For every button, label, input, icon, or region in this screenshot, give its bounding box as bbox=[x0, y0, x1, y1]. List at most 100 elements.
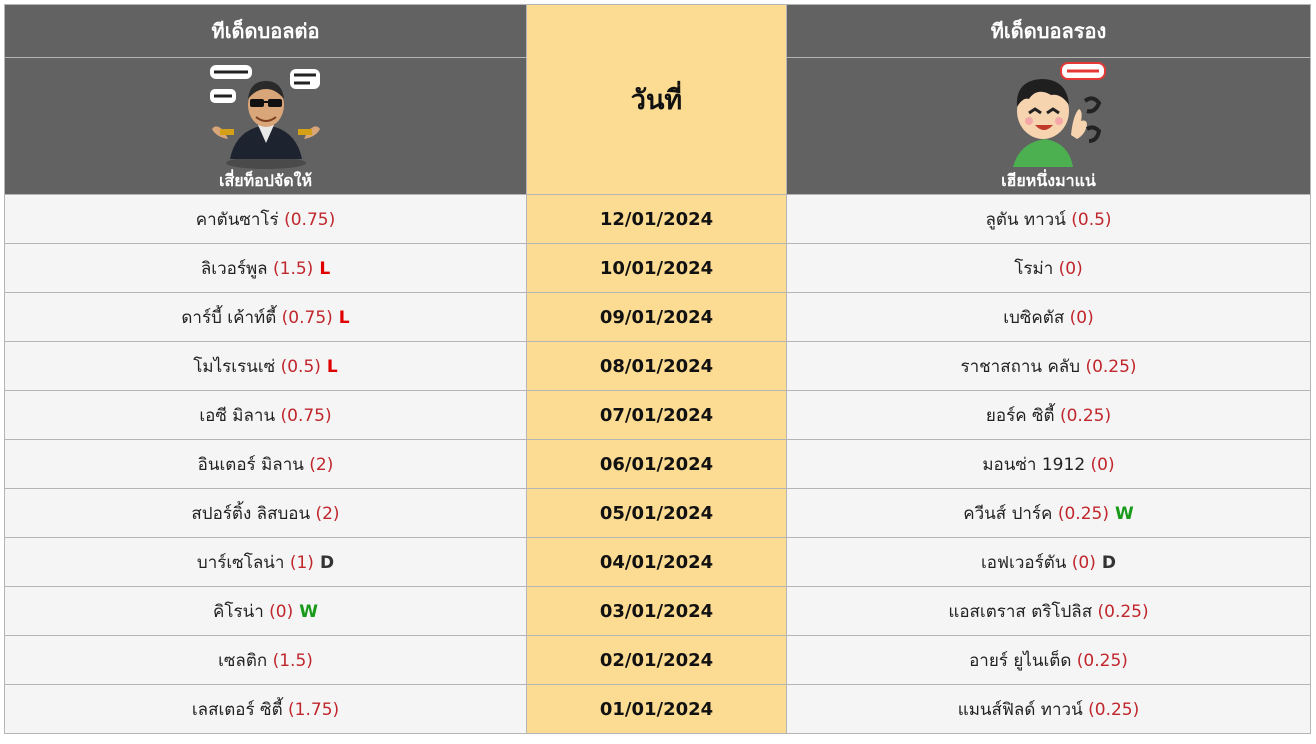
left-team-name: คิโรน่า bbox=[212, 601, 264, 622]
table-row: อินเตอร์ มิลาน (2) 06/01/2024 มอนซ่า 1912 … bbox=[4, 439, 1311, 489]
tipster-sticker-right-icon bbox=[1012, 61, 1106, 167]
right-team-name: แอสเตราส ตริโปลิส bbox=[948, 601, 1093, 622]
left-tip-cell: บาร์เซโลน่า (1) D bbox=[4, 537, 527, 587]
left-team-name: เซลติก bbox=[218, 650, 268, 671]
right-team-name: อายร์ ยูไนเต็ด bbox=[969, 650, 1072, 671]
table-row: เลสเตอร์ ซิตี้ (1.75) 01/01/2024 แมนส์ฟิลด… bbox=[4, 684, 1311, 734]
left-handicap-odds: (1) bbox=[289, 552, 314, 573]
match-date: 10/01/2024 bbox=[526, 243, 787, 293]
left-handicap-odds: (0.75) bbox=[284, 209, 336, 230]
right-handicap-odds: (0.5) bbox=[1071, 209, 1112, 230]
left-tip-cell: เลสเตอร์ ซิตี้ (1.75) bbox=[4, 684, 527, 734]
right-team-name: มอนซ่า 1912 bbox=[982, 454, 1086, 475]
right-result-badge: D bbox=[1101, 552, 1117, 573]
right-tip-cell: แมนส์ฟิลด์ ทาวน์ (0.25) bbox=[786, 684, 1311, 734]
right-team-name: ควีนส์ ปาร์ค bbox=[963, 503, 1053, 524]
table-row: ลิเวอร์พูล (1.5) L 10/01/2024 โรม่า (0) bbox=[4, 243, 1311, 293]
match-date: 02/01/2024 bbox=[526, 635, 787, 685]
match-date: 12/01/2024 bbox=[526, 194, 787, 244]
left-result-badge: L bbox=[338, 307, 350, 328]
table-row: บาร์เซโลน่า (1) D 04/01/2024 เอฟเวอร์ตัน (0… bbox=[4, 537, 1311, 587]
table-row: คาตันซาโร่ (0.75) 12/01/2024 ลูตัน ทาวน์ (… bbox=[4, 194, 1311, 244]
match-date: 03/01/2024 bbox=[526, 586, 787, 636]
right-team-name: เบซิคตัส bbox=[1003, 307, 1065, 328]
left-team-name: เอซี มิลาน bbox=[199, 405, 276, 426]
left-tip-cell: เซลติก (1.5) bbox=[4, 635, 527, 685]
tips-table-container: ทีเด็ดบอลต่อ วันที่ ทีเด็ดบอลรอง เสี่ยท็… bbox=[4, 4, 1311, 734]
right-handicap-odds: (0.25) bbox=[1097, 601, 1149, 622]
left-team-name: ลิเวอร์พูล bbox=[200, 258, 268, 279]
right-handicap-odds: (0) bbox=[1071, 552, 1096, 573]
right-handicap-odds: (0) bbox=[1090, 454, 1115, 475]
left-handicap-odds: (0) bbox=[269, 601, 294, 622]
right-result-badge: W bbox=[1114, 503, 1134, 524]
right-handicap-odds: (0.25) bbox=[1088, 699, 1140, 720]
match-date: 04/01/2024 bbox=[526, 537, 787, 587]
right-handicap-odds: (0.25) bbox=[1076, 650, 1128, 671]
left-tip-cell: เอซี มิลาน (0.75) bbox=[4, 390, 527, 440]
right-handicap-odds: (0) bbox=[1058, 258, 1083, 279]
match-date: 07/01/2024 bbox=[526, 390, 787, 440]
right-tip-cell: ราชาสถาน คลับ (0.25) bbox=[786, 341, 1311, 391]
tipster-sticker-left-icon bbox=[209, 64, 320, 169]
left-tip-cell: อินเตอร์ มิลาน (2) bbox=[4, 439, 527, 489]
left-team-name: ดาร์บี้ เค้าท์ตี้ bbox=[181, 307, 277, 328]
match-date: 09/01/2024 bbox=[526, 292, 787, 342]
left-handicap-odds: (2) bbox=[315, 503, 340, 524]
right-team-name: โรม่า bbox=[1014, 258, 1054, 279]
right-tip-cell: เอฟเวอร์ตัน (0) D bbox=[786, 537, 1311, 587]
left-handicap-odds: (1.5) bbox=[272, 650, 313, 671]
right-tip-cell: อายร์ ยูไนเต็ด (0.25) bbox=[786, 635, 1311, 685]
table-row: โมไรเรนเซ่ (0.5) L 08/01/2024 ราชาสถาน คลับ… bbox=[4, 341, 1311, 391]
right-team-name: แมนส์ฟิลด์ ทาวน์ bbox=[957, 699, 1083, 720]
left-result-badge: W bbox=[299, 601, 319, 622]
left-tip-cell: คิโรน่า (0) W bbox=[4, 586, 527, 636]
table-row: สปอร์ติ้ง ลิสบอน (2) 05/01/2024 ควีนส์ ปาร… bbox=[4, 488, 1311, 538]
left-handicap-odds: (0.75) bbox=[281, 307, 333, 328]
right-tipster-cell: เฮียหนึ่งมาแน่ bbox=[786, 57, 1311, 195]
match-date: 06/01/2024 bbox=[526, 439, 787, 489]
left-tip-cell: สปอร์ติ้ง ลิสบอน (2) bbox=[4, 488, 527, 538]
left-team-name: คาตันซาโร่ bbox=[195, 209, 279, 230]
right-handicap-odds: (0.25) bbox=[1057, 503, 1109, 524]
left-handicap-odds: (1.75) bbox=[288, 699, 340, 720]
left-tip-cell: ลิเวอร์พูล (1.5) L bbox=[4, 243, 527, 293]
table-row: ดาร์บี้ เค้าท์ตี้ (0.75) L 09/01/2024 เบซิค… bbox=[4, 292, 1311, 342]
match-date: 08/01/2024 bbox=[526, 341, 787, 391]
right-team-name: ลูตัน ทาวน์ bbox=[985, 209, 1066, 230]
table-row: เอซี มิลาน (0.75) 07/01/2024 ยอร์ค ซิตี้ (… bbox=[4, 390, 1311, 440]
left-tipster-cell: เสี่ยท็อปจัดให้ bbox=[4, 57, 527, 195]
left-team-name: โมไรเรนเซ่ bbox=[193, 356, 276, 377]
right-tip-cell: ลูตัน ทาวน์ (0.5) bbox=[786, 194, 1311, 244]
left-handicap-odds: (0.5) bbox=[280, 356, 321, 377]
right-tip-cell: มอนซ่า 1912 (0) bbox=[786, 439, 1311, 489]
right-tip-cell: ยอร์ค ซิตี้ (0.25) bbox=[786, 390, 1311, 440]
left-result-badge: L bbox=[319, 258, 331, 279]
right-team-name: ยอร์ค ซิตี้ bbox=[985, 405, 1055, 426]
match-date: 05/01/2024 bbox=[526, 488, 787, 538]
left-tip-cell: ดาร์บี้ เค้าท์ตี้ (0.75) L bbox=[4, 292, 527, 342]
right-handicap-odds: (0.25) bbox=[1059, 405, 1112, 426]
left-team-name: บาร์เซโลน่า bbox=[196, 552, 285, 573]
table-row: เซลติก (1.5) 02/01/2024 อายร์ ยูไนเต็ด (0.… bbox=[4, 635, 1311, 685]
football-tips-table: ทีเด็ดบอลต่อ วันที่ ทีเด็ดบอลรอง เสี่ยท็… bbox=[4, 4, 1311, 734]
date-column-title: วันที่ bbox=[526, 4, 787, 195]
left-tip-cell: คาตันซาโร่ (0.75) bbox=[4, 194, 527, 244]
left-column-title: ทีเด็ดบอลต่อ bbox=[4, 4, 527, 58]
left-result-badge: D bbox=[319, 552, 335, 573]
left-team-name: อินเตอร์ มิลาน bbox=[197, 454, 304, 475]
left-handicap-odds: (0.75) bbox=[280, 405, 332, 426]
left-team-name: เลสเตอร์ ซิตี้ bbox=[191, 699, 283, 720]
match-date: 01/01/2024 bbox=[526, 684, 787, 734]
table-row: คิโรน่า (0) W 03/01/2024 แอสเตราส ตริโปลิส … bbox=[4, 586, 1311, 636]
left-handicap-odds: (1.5) bbox=[273, 258, 314, 279]
right-tipster-name: เฮียหนึ่งมาแน่ bbox=[1001, 170, 1096, 190]
right-team-name: ราชาสถาน คลับ bbox=[960, 356, 1081, 377]
left-handicap-odds: (2) bbox=[309, 454, 334, 475]
right-tip-cell: ควีนส์ ปาร์ค (0.25) W bbox=[786, 488, 1311, 538]
right-tip-cell: แอสเตราส ตริโปลิส (0.25) bbox=[786, 586, 1311, 636]
tips-table-body: คาตันซาโร่ (0.75) 12/01/2024 ลูตัน ทาวน์ (… bbox=[4, 194, 1311, 734]
right-column-title: ทีเด็ดบอลรอง bbox=[786, 4, 1311, 58]
right-handicap-odds: (0) bbox=[1069, 307, 1094, 328]
left-tipster-name: เสี่ยท็อปจัดให้ bbox=[218, 170, 313, 190]
